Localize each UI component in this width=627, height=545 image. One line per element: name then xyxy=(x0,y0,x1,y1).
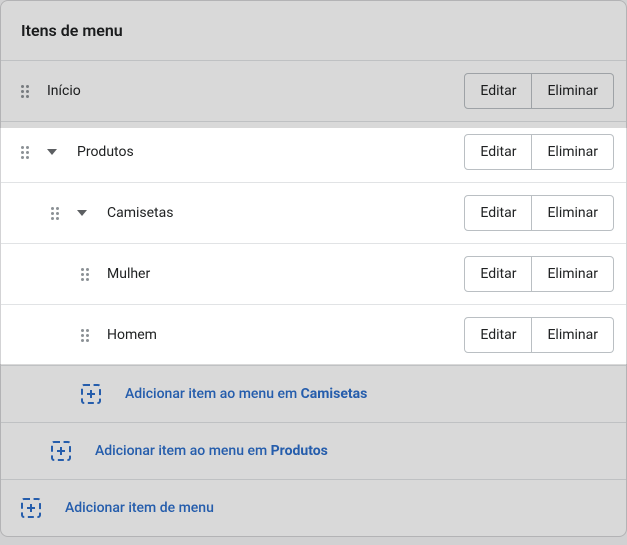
delete-button[interactable]: Eliminar xyxy=(532,317,614,353)
row-actions: Editar Eliminar xyxy=(464,73,614,109)
add-item-camisetas[interactable]: Adicionar item ao menu em Camisetas xyxy=(1,366,626,423)
drag-handle-icon[interactable] xyxy=(21,85,33,98)
drag-handle-icon[interactable] xyxy=(81,329,93,342)
row-actions: Editar Eliminar xyxy=(464,134,614,170)
delete-button[interactable]: Eliminar xyxy=(532,73,614,109)
menu-item-label: Início xyxy=(47,83,464,99)
drag-handle-icon[interactable] xyxy=(51,207,63,220)
add-item-label: Adicionar item de menu xyxy=(65,500,214,516)
add-item-label: Adicionar item ao menu em Produtos xyxy=(95,443,328,459)
card-title: Itens de menu xyxy=(21,21,123,40)
add-item-label: Adicionar item ao menu em Camisetas xyxy=(125,386,367,402)
chevron-down-icon[interactable] xyxy=(77,210,87,216)
menu-item-label: Homem xyxy=(107,327,464,343)
menu-item-label: Produtos xyxy=(77,144,464,160)
edit-button[interactable]: Editar xyxy=(464,256,532,292)
add-item-produtos[interactable]: Adicionar item ao menu em Produtos xyxy=(1,423,626,480)
edit-button[interactable]: Editar xyxy=(464,134,532,170)
delete-button[interactable]: Eliminar xyxy=(532,134,614,170)
menu-item-row: Início Editar Eliminar xyxy=(1,61,626,122)
menu-item-row: Produtos Editar Eliminar xyxy=(1,122,626,183)
add-icon xyxy=(21,498,41,518)
menu-item-label: Camisetas xyxy=(107,205,464,221)
menu-items-card: Itens de menu Início Editar Eliminar Pro… xyxy=(0,0,627,537)
drag-handle-icon[interactable] xyxy=(21,146,33,159)
edit-button[interactable]: Editar xyxy=(464,195,532,231)
menu-item-row: Camisetas Editar Eliminar xyxy=(1,183,626,244)
chevron-down-icon[interactable] xyxy=(47,149,57,155)
row-actions: Editar Eliminar xyxy=(464,195,614,231)
menu-item-row: Mulher Editar Eliminar xyxy=(1,244,626,305)
delete-button[interactable]: Eliminar xyxy=(532,195,614,231)
delete-button[interactable]: Eliminar xyxy=(532,256,614,292)
edit-button[interactable]: Editar xyxy=(464,317,532,353)
edit-button[interactable]: Editar xyxy=(464,73,532,109)
add-icon xyxy=(51,441,71,461)
card-header: Itens de menu xyxy=(1,1,626,61)
add-item-root[interactable]: Adicionar item de menu xyxy=(1,480,626,536)
add-icon xyxy=(81,384,101,404)
drag-handle-icon[interactable] xyxy=(81,268,93,281)
menu-item-row: Homem Editar Eliminar xyxy=(1,305,626,366)
row-actions: Editar Eliminar xyxy=(464,256,614,292)
menu-item-label: Mulher xyxy=(107,266,464,282)
row-actions: Editar Eliminar xyxy=(464,317,614,353)
